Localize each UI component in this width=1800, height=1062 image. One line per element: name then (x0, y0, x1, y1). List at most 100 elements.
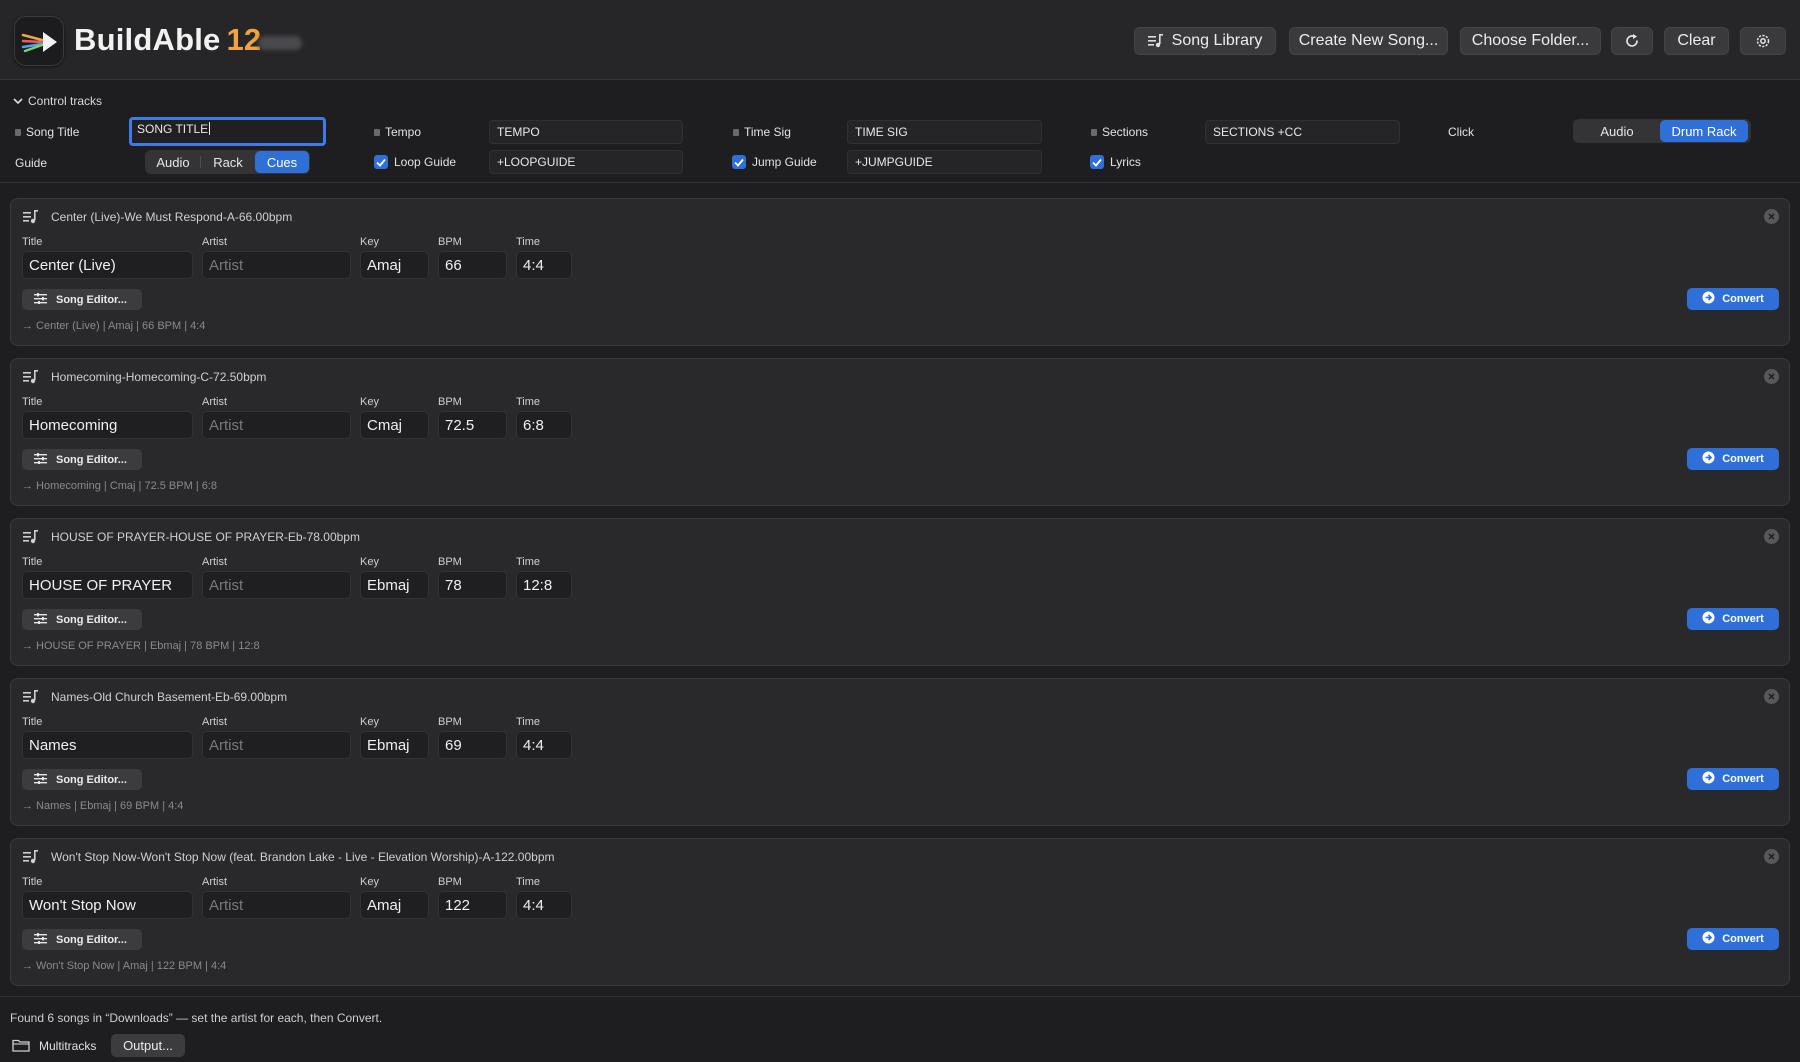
close-icon[interactable] (1764, 209, 1779, 224)
time-label: Time (516, 556, 541, 568)
gear-icon (1755, 33, 1771, 49)
jump-guide-checkbox[interactable]: Jump Guide (732, 155, 817, 169)
title-input[interactable]: Center (Live) (22, 251, 193, 279)
control-tracks-toggle[interactable]: Control tracks (13, 94, 102, 108)
sliders-icon (34, 292, 47, 307)
close-icon[interactable] (1764, 529, 1779, 544)
click-option-audio[interactable]: Audio (1574, 120, 1660, 142)
jump-guide-field[interactable]: +JUMPGUIDE (847, 150, 1042, 174)
bpm-input[interactable]: 69 (438, 731, 507, 759)
artist-input[interactable]: Artist (202, 251, 351, 279)
multitracks-label: Multitracks (39, 1039, 97, 1053)
bpm-input[interactable]: 122 (438, 891, 507, 919)
clear-button[interactable]: Clear (1664, 27, 1729, 55)
tempo-field[interactable]: TEMPO (489, 120, 683, 144)
convert-arrow-icon (1702, 931, 1715, 947)
time-input[interactable]: 4:4 (516, 891, 572, 919)
time-input[interactable]: 4:4 (516, 731, 572, 759)
control-tracks-label: Control tracks (28, 94, 103, 108)
close-icon[interactable] (1764, 849, 1779, 864)
close-icon[interactable] (1764, 369, 1779, 384)
bpm-input[interactable]: 66 (438, 251, 507, 279)
create-new-song-button[interactable]: Create New Song... (1289, 27, 1448, 55)
artist-label: Artist (202, 556, 228, 568)
convert-label: Convert (1722, 293, 1764, 305)
key-input[interactable]: Amaj (360, 891, 429, 919)
song-editor-label: Song Editor... (56, 613, 127, 626)
title-input[interactable]: Names (22, 731, 193, 759)
title-label: Title (22, 876, 43, 888)
artist-input[interactable]: Artist (202, 571, 351, 599)
convert-button[interactable]: Convert (1687, 608, 1779, 630)
song-editor-button[interactable]: Song Editor... (22, 289, 142, 310)
key-input[interactable]: Cmaj (360, 411, 429, 439)
artist-input[interactable]: Artist (202, 411, 351, 439)
convert-button[interactable]: Convert (1687, 288, 1779, 310)
song-summary: → Won't Stop Now | Amaj | 122 BPM | 4:4 (22, 960, 227, 972)
sections-label-text: Sections (1102, 125, 1149, 139)
time-input[interactable]: 12:8 (516, 571, 572, 599)
bpm-input[interactable]: 78 (438, 571, 507, 599)
guide-option-cues[interactable]: Cues (255, 151, 309, 173)
section-divider (0, 182, 1800, 183)
close-icon[interactable] (1764, 689, 1779, 704)
convert-label: Convert (1722, 613, 1764, 625)
song-title-label: Song Title (15, 125, 79, 139)
song-filename: Center (Live)-We Must Respond-A-66.00bpm (51, 210, 293, 224)
guide-option-rack[interactable]: Rack (201, 151, 255, 173)
song-card: Center (Live)-We Must Respond-A-66.00bpm… (10, 198, 1790, 346)
time-sig-field[interactable]: TIME SIG (847, 120, 1042, 144)
click-option-drum-rack[interactable]: Drum Rack (1660, 120, 1748, 142)
artist-label: Artist (202, 396, 228, 408)
key-input[interactable]: Ebmaj (360, 731, 429, 759)
bpm-label: BPM (438, 396, 462, 408)
song-card: HOUSE OF PRAYER-HOUSE OF PRAYER-Eb-78.00… (10, 518, 1790, 666)
convert-button[interactable]: Convert (1687, 928, 1779, 950)
song-library-label: Song Library (1171, 32, 1263, 49)
song-editor-button[interactable]: Song Editor... (22, 449, 142, 470)
bpm-label: BPM (438, 236, 462, 248)
sliders-icon (34, 772, 47, 787)
title-input[interactable]: Homecoming (22, 411, 193, 439)
song-editor-button[interactable]: Song Editor... (22, 609, 142, 630)
song-filename: Names-Old Church Basement-Eb-69.00bpm (51, 690, 288, 704)
bpm-label: BPM (438, 876, 462, 888)
guide-option-audio[interactable]: Audio (146, 151, 200, 173)
refresh-icon (1624, 33, 1640, 49)
convert-button[interactable]: Convert (1687, 768, 1779, 790)
guide-label: Guide (15, 156, 48, 170)
artist-label: Artist (202, 716, 228, 728)
loop-guide-checkbox[interactable]: Loop Guide (374, 155, 456, 169)
title-label: Title (22, 396, 43, 408)
app-header: BuildAble 12 Song Library Create New Song… (0, 0, 1800, 80)
sections-field[interactable]: SECTIONS +CC (1205, 120, 1400, 144)
time-input[interactable]: 6:8 (516, 411, 572, 439)
guide-segmented-control[interactable]: Audio Rack Cues (145, 150, 310, 174)
song-title-field[interactable]: SONG TITLE (129, 117, 326, 146)
refresh-button[interactable] (1611, 27, 1653, 55)
title-input[interactable]: Won't Stop Now (22, 891, 193, 919)
song-card: Won't Stop Now-Won't Stop Now (feat. Bra… (10, 838, 1790, 986)
app-version: 12 (226, 22, 262, 57)
settings-button[interactable] (1740, 27, 1786, 55)
sliders-icon (34, 932, 47, 947)
bpm-input[interactable]: 72.5 (438, 411, 507, 439)
loop-guide-field[interactable]: +LOOPGUIDE (489, 150, 683, 174)
title-input[interactable]: HOUSE OF PRAYER (22, 571, 193, 599)
song-library-button[interactable]: Song Library (1134, 27, 1276, 55)
choose-folder-button[interactable]: Choose Folder... (1460, 27, 1601, 55)
artist-input[interactable]: Artist (202, 731, 351, 759)
output-button[interactable]: Output... (111, 1034, 185, 1057)
key-input[interactable]: Ebmaj (360, 571, 429, 599)
song-editor-button[interactable]: Song Editor... (22, 929, 142, 950)
song-editor-button[interactable]: Song Editor... (22, 769, 142, 790)
key-input[interactable]: Amaj (360, 251, 429, 279)
artist-input[interactable]: Artist (202, 891, 351, 919)
click-segmented-control[interactable]: Audio Drum Rack (1573, 119, 1751, 143)
time-input[interactable]: 4:4 (516, 251, 572, 279)
lyrics-checkbox[interactable]: Lyrics (1090, 155, 1141, 169)
click-label: Click (1448, 125, 1474, 139)
key-label: Key (360, 236, 379, 248)
convert-button[interactable]: Convert (1687, 448, 1779, 470)
time-label: Time (516, 876, 541, 888)
